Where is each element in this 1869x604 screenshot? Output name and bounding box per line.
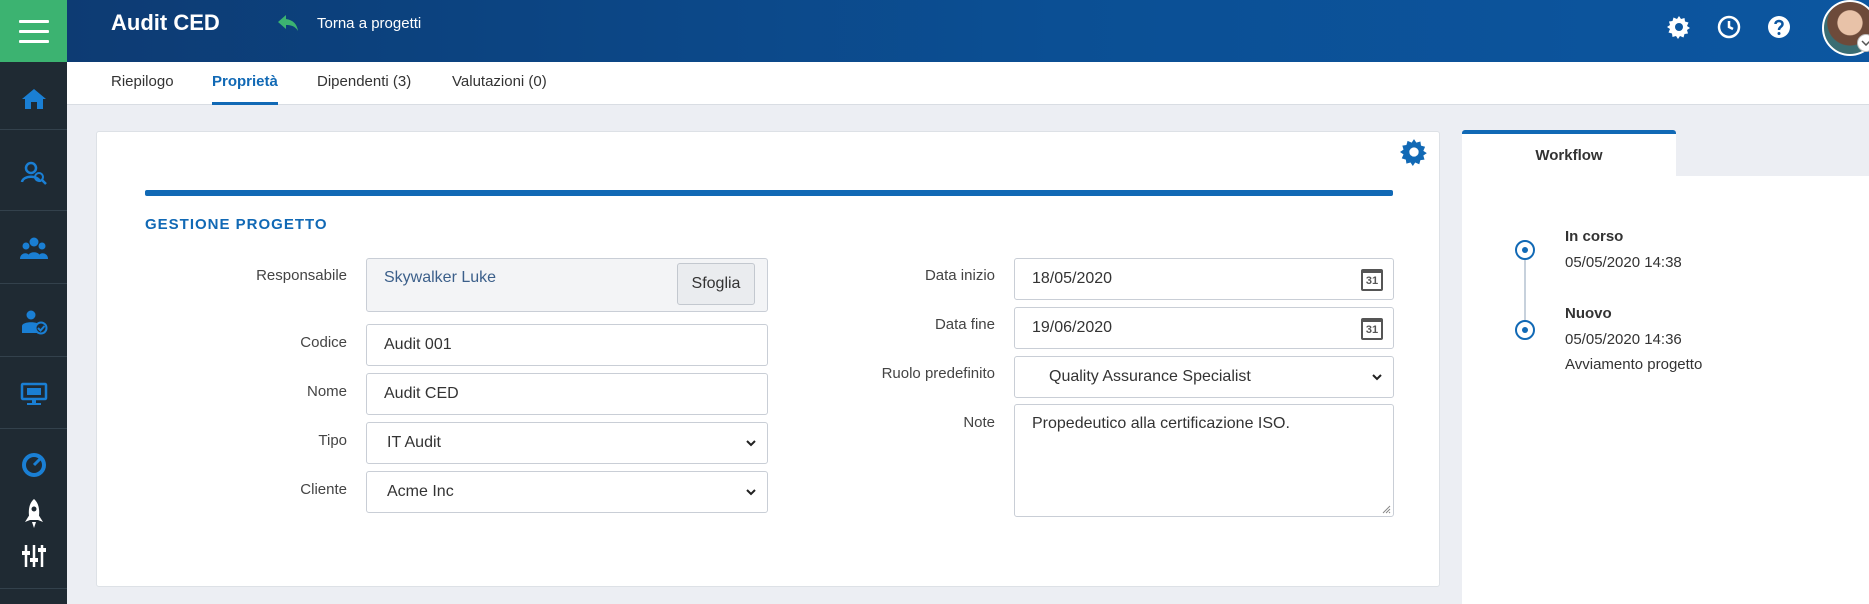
tab-riepilogo[interactable]: Riepilogo [111, 73, 174, 105]
tipo-label: Tipo [318, 432, 347, 449]
section-divider [145, 190, 1393, 196]
rocket-icon[interactable] [0, 491, 67, 537]
gear-icon[interactable] [1400, 138, 1428, 171]
calendar-icon[interactable]: 31 [1361, 318, 1383, 340]
user-check-icon[interactable] [0, 299, 67, 345]
cliente-label: Cliente [300, 481, 347, 498]
data-inizio-input[interactable]: 18/05/2020 31 [1014, 258, 1394, 300]
hamburger-menu-button[interactable] [0, 0, 67, 62]
chevron-down-icon [746, 489, 756, 496]
back-to-projects-link[interactable]: Torna a progetti [277, 14, 421, 32]
data-fine-value: 19/06/2020 [1032, 319, 1113, 336]
data-inizio-label: Data inizio [924, 267, 995, 284]
workflow-step-note: Avviamento progetto [1565, 356, 1703, 373]
ruolo-label: Ruolo predefinito [881, 365, 995, 382]
help-icon[interactable] [1766, 14, 1792, 40]
sfoglia-button[interactable]: Sfoglia [677, 263, 755, 305]
ruolo-select[interactable]: Quality Assurance Specialist [1014, 356, 1394, 398]
workflow-step-status: Nuovo [1565, 305, 1612, 322]
timeline-dot-icon [1515, 240, 1535, 260]
cliente-select[interactable]: Acme Inc [366, 471, 768, 513]
tipo-select[interactable]: IT Audit [366, 422, 768, 464]
sidebar [0, 0, 67, 604]
nome-input[interactable]: Audit CED [366, 373, 768, 415]
clock-icon[interactable] [1716, 14, 1742, 40]
codice-value: Audit 001 [384, 336, 452, 353]
project-card: GESTIONE PROGETTO Responsabile Skywalker… [96, 131, 1440, 587]
codice-input[interactable]: Audit 001 [366, 324, 768, 366]
back-link-label: Torna a progetti [317, 14, 422, 32]
home-icon[interactable] [0, 76, 67, 122]
section-title: GESTIONE PROGETTO [145, 216, 328, 233]
chevron-down-icon[interactable] [1857, 34, 1869, 52]
nome-value: Audit CED [384, 385, 459, 402]
search-user-icon[interactable] [0, 150, 67, 196]
data-fine-label: Data fine [934, 316, 995, 333]
note-textarea[interactable]: Propedeutico alla certificazione ISO. [1014, 404, 1394, 517]
resize-handle-icon[interactable] [1381, 504, 1391, 514]
ruolo-value: Quality Assurance Specialist [1049, 368, 1251, 385]
note-label: Note [963, 414, 995, 431]
workflow-step-timestamp: 05/05/2020 14:36 [1565, 331, 1682, 348]
nome-label: Nome [306, 383, 347, 400]
chevron-down-icon [746, 440, 756, 447]
responsabile-label: Responsabile [256, 267, 347, 284]
data-inizio-value: 18/05/2020 [1032, 270, 1113, 287]
codice-label: Codice [300, 334, 347, 351]
group-icon[interactable] [0, 225, 67, 271]
data-fine-input[interactable]: 19/06/2020 31 [1014, 307, 1394, 349]
tipo-value: IT Audit [387, 434, 441, 451]
gauge-icon[interactable] [0, 442, 67, 488]
note-value: Propedeutico alla certificazione ISO. [1032, 415, 1290, 432]
tab-dipendenti[interactable]: Dipendenti (3) [317, 73, 411, 105]
sliders-icon[interactable] [0, 533, 67, 579]
chevron-down-icon [1372, 374, 1382, 381]
responsabile-field: Skywalker Luke Sfoglia [366, 258, 768, 312]
workflow-timeline-line [1524, 252, 1526, 330]
reply-arrow-icon [278, 15, 298, 31]
monitor-icon[interactable] [0, 371, 67, 417]
workflow-step-status: In corso [1565, 228, 1624, 245]
workflow-step-timestamp: 05/05/2020 14:38 [1565, 254, 1682, 271]
gear-icon[interactable] [1666, 14, 1692, 40]
responsabile-value: Skywalker Luke [384, 269, 497, 286]
tab-bar: Riepilogo Proprietà Dipendenti (3) Valut… [67, 62, 1869, 105]
tab-valutazioni[interactable]: Valutazioni (0) [452, 73, 547, 105]
cliente-value: Acme Inc [387, 483, 454, 500]
page-title: Audit CED [111, 10, 220, 35]
calendar-icon[interactable]: 31 [1361, 269, 1383, 291]
timeline-dot-icon [1515, 320, 1535, 340]
top-header: Audit CED Torna a progetti [67, 0, 1869, 62]
tab-workflow[interactable]: Workflow [1462, 130, 1676, 177]
tab-proprieta[interactable]: Proprietà [212, 73, 278, 105]
